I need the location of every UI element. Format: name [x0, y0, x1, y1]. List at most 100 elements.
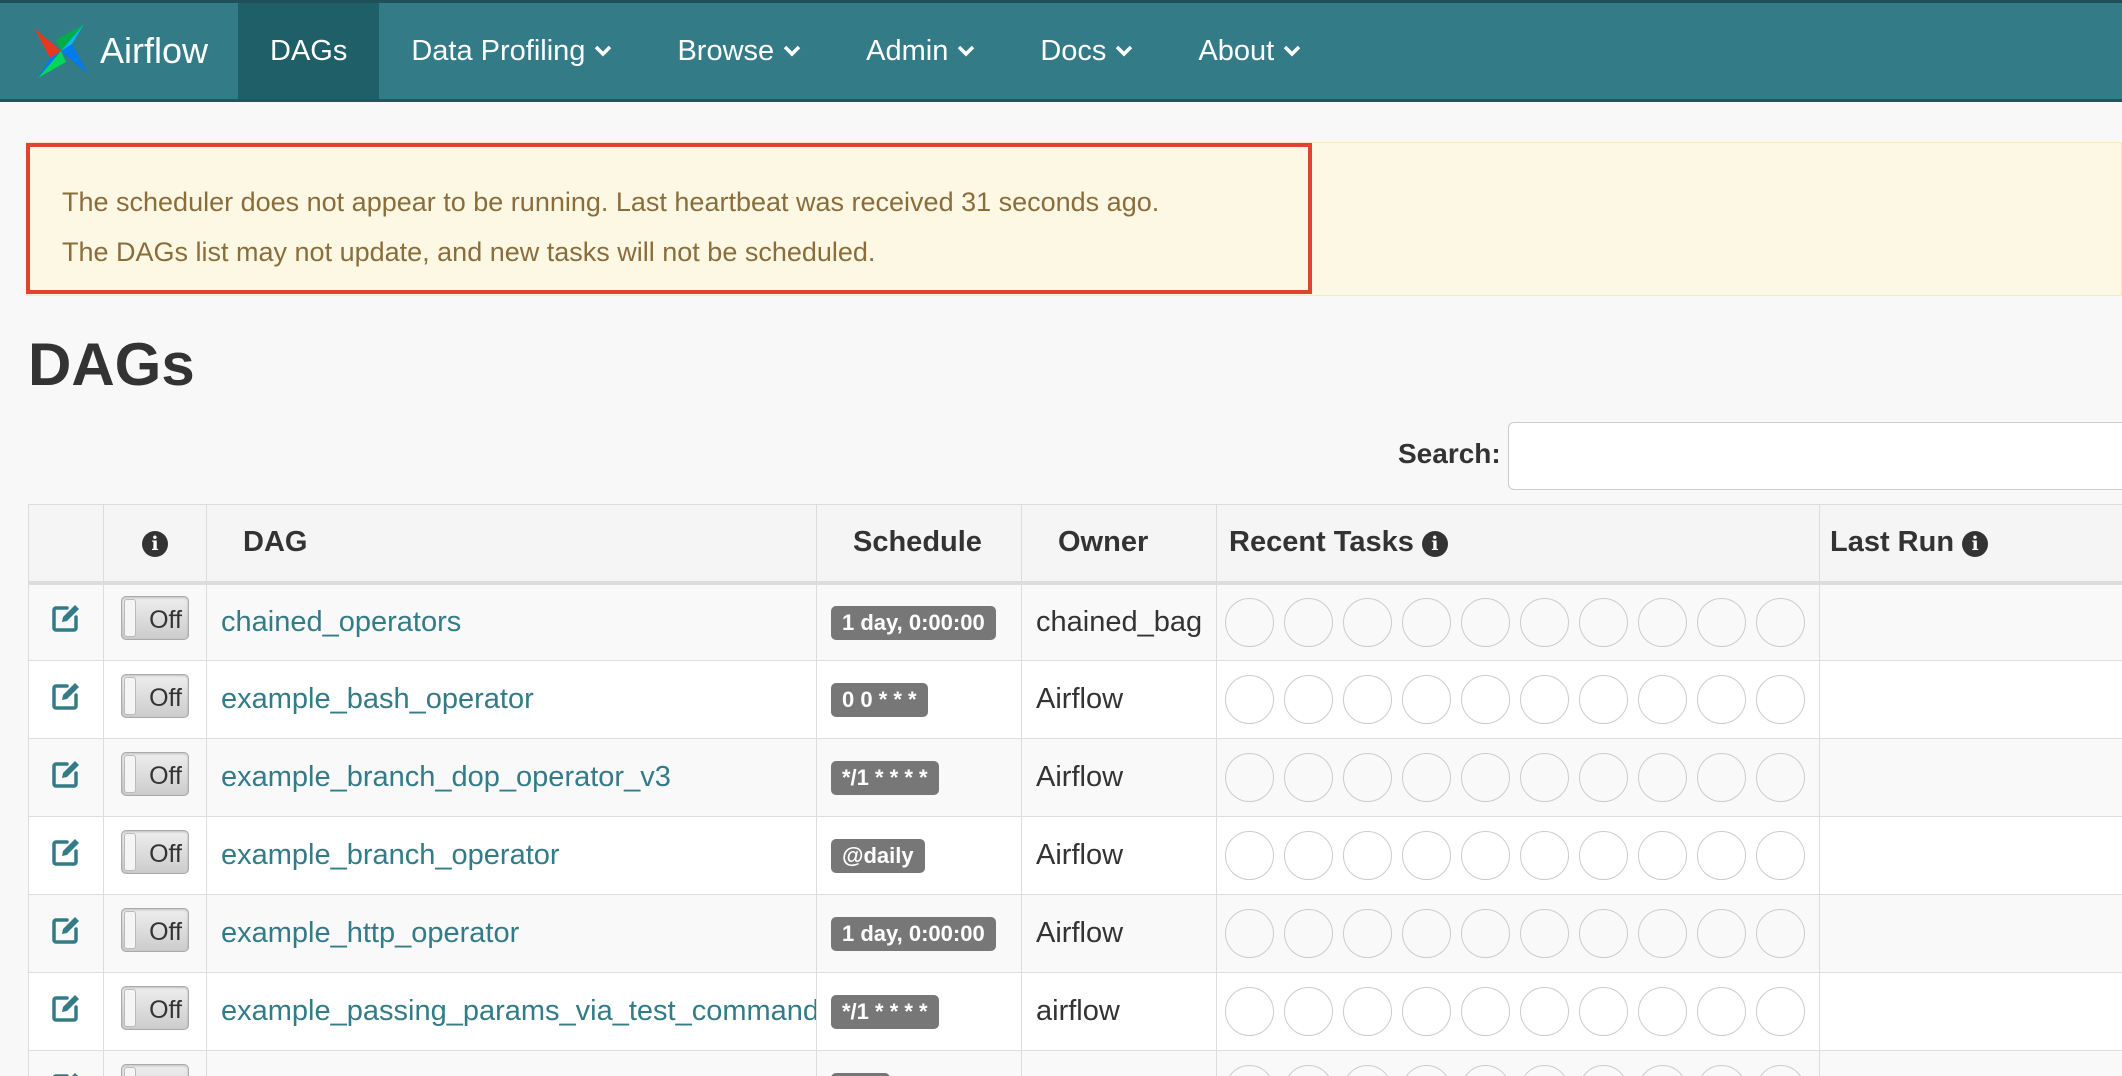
- task-state-circle[interactable]: [1520, 1065, 1569, 1076]
- edit-icon[interactable]: [50, 758, 82, 790]
- task-state-circle[interactable]: [1461, 909, 1510, 958]
- edit-icon[interactable]: [50, 992, 82, 1024]
- task-state-circle[interactable]: [1284, 597, 1333, 647]
- task-state-circle[interactable]: [1225, 831, 1274, 880]
- task-state-circle[interactable]: [1461, 675, 1510, 724]
- task-state-circle[interactable]: [1225, 1065, 1274, 1076]
- task-state-circle[interactable]: [1756, 987, 1805, 1036]
- task-state-circle[interactable]: [1579, 831, 1628, 880]
- task-state-circle[interactable]: [1225, 597, 1274, 647]
- dag-link[interactable]: example_passing_params_via_test_command: [221, 995, 816, 1027]
- task-state-circle[interactable]: [1461, 831, 1510, 880]
- task-state-circle[interactable]: [1284, 831, 1333, 880]
- task-state-circle[interactable]: [1697, 909, 1746, 958]
- task-state-circle[interactable]: [1638, 831, 1687, 880]
- task-state-circle[interactable]: [1284, 753, 1333, 802]
- edit-icon[interactable]: [50, 680, 82, 712]
- task-state-circle[interactable]: [1284, 1065, 1333, 1076]
- task-state-circle[interactable]: [1343, 675, 1392, 724]
- task-state-circle[interactable]: [1520, 597, 1569, 647]
- task-state-circle[interactable]: [1697, 753, 1746, 802]
- task-state-circle[interactable]: [1579, 753, 1628, 802]
- header-schedule[interactable]: Schedule: [816, 504, 1022, 585]
- task-state-circle[interactable]: [1520, 675, 1569, 724]
- task-state-circle[interactable]: [1638, 675, 1687, 724]
- dag-pause-toggle[interactable]: Off: [121, 673, 189, 718]
- task-state-circle[interactable]: [1343, 987, 1392, 1036]
- edit-icon[interactable]: [50, 1070, 82, 1076]
- dag-pause-toggle[interactable]: Off: [121, 751, 189, 796]
- dag-pause-toggle[interactable]: Off: [121, 596, 189, 641]
- task-state-circle[interactable]: [1402, 831, 1451, 880]
- task-state-circle[interactable]: [1756, 1065, 1805, 1076]
- nav-about[interactable]: About: [1166, 3, 1334, 99]
- info-icon[interactable]: i: [1421, 530, 1448, 557]
- task-state-circle[interactable]: [1520, 987, 1569, 1036]
- header-dag[interactable]: DAG: [206, 504, 817, 585]
- nav-admin[interactable]: Admin: [834, 3, 1008, 99]
- task-state-circle[interactable]: [1402, 909, 1451, 958]
- task-state-circle[interactable]: [1638, 909, 1687, 958]
- task-state-circle[interactable]: [1343, 909, 1392, 958]
- nav-data-profiling[interactable]: Data Profiling: [379, 3, 645, 99]
- dag-pause-toggle[interactable]: Off: [121, 829, 189, 874]
- task-state-circle[interactable]: [1284, 909, 1333, 958]
- task-state-circle[interactable]: [1638, 597, 1687, 647]
- info-icon[interactable]: i: [1962, 530, 1989, 557]
- task-state-circle[interactable]: [1461, 753, 1510, 802]
- task-state-circle[interactable]: [1579, 909, 1628, 958]
- task-state-circle[interactable]: [1402, 1065, 1451, 1076]
- search-input[interactable]: [1508, 422, 2122, 490]
- nav-docs[interactable]: Docs: [1008, 3, 1166, 99]
- task-state-circle[interactable]: [1225, 675, 1274, 724]
- task-state-circle[interactable]: [1402, 675, 1451, 724]
- nav-browse[interactable]: Browse: [645, 3, 834, 99]
- task-state-circle[interactable]: [1520, 831, 1569, 880]
- task-state-circle[interactable]: [1579, 675, 1628, 724]
- task-state-circle[interactable]: [1343, 753, 1392, 802]
- dag-link[interactable]: chained_operators: [221, 606, 461, 638]
- task-state-circle[interactable]: [1579, 597, 1628, 647]
- task-state-circle[interactable]: [1756, 597, 1805, 647]
- task-state-circle[interactable]: [1284, 987, 1333, 1036]
- task-state-circle[interactable]: [1225, 987, 1274, 1036]
- dag-pause-toggle[interactable]: Off: [121, 907, 189, 952]
- header-owner[interactable]: Owner: [1021, 504, 1217, 585]
- task-state-circle[interactable]: [1343, 1065, 1392, 1076]
- task-state-circle[interactable]: [1402, 753, 1451, 802]
- task-state-circle[interactable]: [1343, 831, 1392, 880]
- dag-pause-toggle[interactable]: [121, 1063, 189, 1076]
- dag-link[interactable]: example_branch_dop_operator_v3: [221, 761, 671, 793]
- task-state-circle[interactable]: [1343, 597, 1392, 647]
- edit-icon[interactable]: [50, 914, 82, 946]
- task-state-circle[interactable]: [1756, 753, 1805, 802]
- task-state-circle[interactable]: [1520, 753, 1569, 802]
- task-state-circle[interactable]: [1697, 1065, 1746, 1076]
- task-state-circle[interactable]: [1520, 909, 1569, 958]
- task-state-circle[interactable]: [1756, 675, 1805, 724]
- nav-dags[interactable]: DAGs: [238, 3, 380, 99]
- task-state-circle[interactable]: [1697, 987, 1746, 1036]
- airflow-brand-link[interactable]: Airflow: [0, 3, 238, 99]
- dag-pause-toggle[interactable]: Off: [121, 985, 189, 1030]
- task-state-circle[interactable]: [1638, 987, 1687, 1036]
- task-state-circle[interactable]: [1697, 597, 1746, 647]
- task-state-circle[interactable]: [1284, 675, 1333, 724]
- task-state-circle[interactable]: [1697, 831, 1746, 880]
- task-state-circle[interactable]: [1225, 909, 1274, 958]
- task-state-circle[interactable]: [1697, 675, 1746, 724]
- edit-icon[interactable]: [50, 836, 82, 868]
- task-state-circle[interactable]: [1579, 987, 1628, 1036]
- task-state-circle[interactable]: [1461, 987, 1510, 1036]
- task-state-circle[interactable]: [1756, 909, 1805, 958]
- edit-icon[interactable]: [50, 602, 82, 634]
- task-state-circle[interactable]: [1225, 753, 1274, 802]
- task-state-circle[interactable]: [1402, 597, 1451, 647]
- task-state-circle[interactable]: [1638, 753, 1687, 802]
- dag-link[interactable]: example_bash_operator: [221, 683, 534, 715]
- task-state-circle[interactable]: [1402, 987, 1451, 1036]
- task-state-circle[interactable]: [1461, 597, 1510, 647]
- task-state-circle[interactable]: [1579, 1065, 1628, 1076]
- task-state-circle[interactable]: [1756, 831, 1805, 880]
- task-state-circle[interactable]: [1638, 1065, 1687, 1076]
